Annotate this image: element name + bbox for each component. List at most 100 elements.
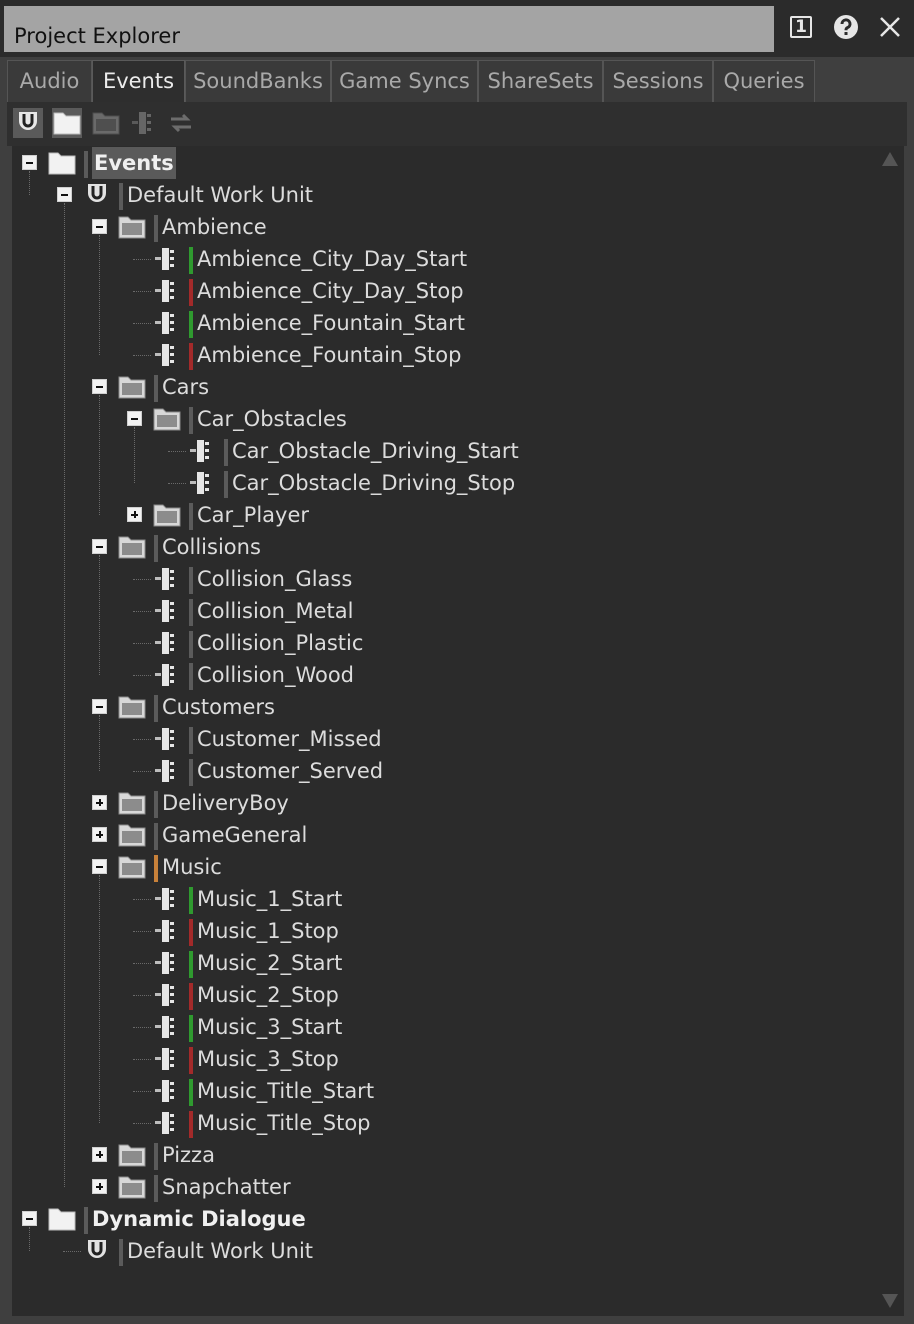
collapse-minus-icon[interactable] [92,379,107,394]
tree-event-item[interactable]: Ambience_Fountain_Stop [12,339,872,371]
color-tag-bar [84,1207,88,1234]
tree-work-unit-item[interactable]: Default Work Unit [12,179,872,211]
tab-sessions[interactable]: Sessions [603,60,713,102]
new-work-unit-button[interactable] [13,108,43,138]
tree-event-item[interactable]: Music_1_Stop [12,915,872,947]
folder-icon [118,374,146,400]
tree-folder-item[interactable]: Dynamic Dialogue [12,1203,872,1235]
color-tag-bar [189,631,193,658]
new-virtual-folder-button[interactable] [91,108,121,138]
title-bar-drag-area[interactable]: Project Explorer [4,6,774,52]
folder-icon [118,214,146,240]
event-icon [153,1110,181,1136]
event-icon [153,1014,181,1040]
collapse-minus-icon[interactable] [22,155,37,170]
expand-plus-icon[interactable] [127,507,142,522]
tree-item-label: Car_Obstacle_Driving_Stop [232,471,516,495]
new-event-button[interactable] [129,108,159,138]
tab-audio[interactable]: Audio [7,60,92,102]
tree-item-label: Collisions [162,535,261,559]
tree-connector [133,1091,151,1092]
tree-item-label: Music_1_Stop [197,919,339,943]
tree-folder-item[interactable]: GameGeneral [12,819,872,851]
tree-folder-item[interactable]: Car_Player [12,499,872,531]
tree-event-item[interactable]: Collision_Wood [12,659,872,691]
tree-item-label: Events [92,147,176,179]
tree-folder-item[interactable]: Cars [12,371,872,403]
tree-event-item[interactable]: Car_Obstacle_Driving_Stop [12,467,872,499]
tree-event-item[interactable]: Music_Title_Stop [12,1107,872,1139]
tree-event-item[interactable]: Customer_Missed [12,723,872,755]
tree-folder-item[interactable]: Snapchatter [12,1171,872,1203]
tree-folder-item[interactable]: Customers [12,691,872,723]
tab-soundbanks[interactable]: SoundBanks [185,60,331,102]
collapse-minus-icon[interactable] [127,411,142,426]
expand-plus-icon[interactable] [92,827,107,842]
tree-connector [133,1027,151,1028]
scroll-up-arrow-icon[interactable] [882,152,898,166]
tree-folder-item[interactable]: DeliveryBoy [12,787,872,819]
tree-event-item[interactable]: Ambience_Fountain_Start [12,307,872,339]
tab-game-syncs[interactable]: Game Syncs [331,60,478,102]
help-button[interactable] [831,12,861,42]
tree-event-item[interactable]: Customer_Served [12,755,872,787]
tree-item-label: Car_Obstacles [197,407,347,431]
tree-work-unit-item[interactable]: Default Work Unit [12,1235,872,1267]
expand-plus-icon[interactable] [92,795,107,810]
event-icon [153,982,181,1008]
collapse-minus-icon[interactable] [92,539,107,554]
tree-folder-item[interactable]: Pizza [12,1139,872,1171]
tree-event-item[interactable]: Collision_Plastic [12,627,872,659]
collapse-minus-icon[interactable] [92,699,107,714]
project-tree[interactable]: Events Default Work Unit Ambience Ambience_… [12,146,876,1316]
collapse-minus-icon[interactable] [92,219,107,234]
tab-bar: Audio Events SoundBanks Game Syncs Share… [0,57,914,105]
expand-plus-icon[interactable] [92,1179,107,1194]
tree-event-item[interactable]: Music_2_Start [12,947,872,979]
tree-event-item[interactable]: Ambience_City_Day_Start [12,243,872,275]
vertical-scrollbar[interactable] [876,146,904,1316]
tab-events[interactable]: Events [92,60,185,105]
event-icon [153,726,181,752]
event-icon [153,278,181,304]
color-tag-bar [154,823,158,850]
color-tag-bar [189,663,193,690]
float-number-icon: 1 [790,16,812,38]
tree-folder-item[interactable]: Collisions [12,531,872,563]
window-title: Project Explorer [14,24,180,48]
color-tag-bar [189,887,193,914]
new-folder-button[interactable] [52,108,82,138]
new-dialogue-event-button[interactable] [166,108,196,138]
tree-event-item[interactable]: Car_Obstacle_Driving_Start [12,435,872,467]
color-tag-bar [189,1111,193,1138]
collapse-minus-icon[interactable] [92,859,107,874]
tab-sharesets[interactable]: ShareSets [478,60,603,102]
tree-event-item[interactable]: Collision_Glass [12,563,872,595]
tree-folder-item[interactable]: Car_Obstacles [12,403,872,435]
tab-queries[interactable]: Queries [713,60,815,102]
tree-folder-item[interactable]: Ambience [12,211,872,243]
tree-folder-item[interactable]: Music [12,851,872,883]
tree-event-item[interactable]: Music_3_Start [12,1011,872,1043]
tree-event-item[interactable]: Collision_Metal [12,595,872,627]
tree-event-item[interactable]: Music_Title_Start [12,1075,872,1107]
expand-plus-icon[interactable] [92,1147,107,1162]
tree-event-item[interactable]: Music_2_Stop [12,979,872,1011]
tree-event-item[interactable]: Ambience_City_Day_Stop [12,275,872,307]
collapse-minus-icon[interactable] [22,1211,37,1226]
tree-connector [63,1251,81,1252]
tree-item-label: Collision_Plastic [197,631,364,655]
color-tag-bar [154,791,158,818]
close-button[interactable] [875,12,905,42]
folder-icon [118,534,146,560]
float-window-button[interactable]: 1 [786,12,816,42]
tree-folder-item[interactable]: Events [12,147,872,179]
tree-connector [133,931,151,932]
tree-event-item[interactable]: Music_1_Start [12,883,872,915]
scroll-down-arrow-icon[interactable] [882,1294,898,1308]
collapse-minus-icon[interactable] [57,187,72,202]
tree-event-item[interactable]: Music_3_Stop [12,1043,872,1075]
tree-item-label: Dynamic Dialogue [92,1207,306,1231]
color-tag-bar [189,1015,193,1042]
color-tag-bar [189,1047,193,1074]
